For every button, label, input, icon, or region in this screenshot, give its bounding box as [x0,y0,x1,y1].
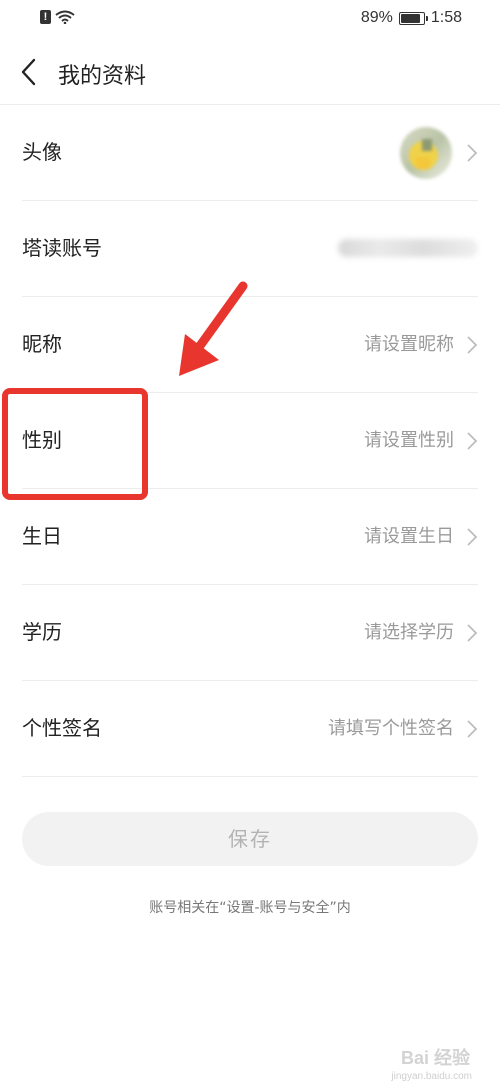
footer-note: 账号相关在“设置-账号与安全”内 [149,900,351,916]
status-right: 89% 1:58 [361,9,462,27]
status-bar: ! 89% 1:58 [0,0,500,38]
account-value-blurred [338,239,478,257]
wifi-icon [55,10,75,24]
row-label: 塔读账号 [22,236,102,260]
watermark-url: jingyan.baidu.com [391,1071,472,1082]
row-signature[interactable]: 个性签名 请填写个性签名 [22,681,478,777]
row-label: 昵称 [22,332,62,356]
chevron-left-icon [21,58,36,86]
avatar [400,127,452,179]
row-education[interactable]: 学历 请选择学历 [22,585,478,681]
page-title: 我的资料 [58,64,147,89]
chevron-right-icon [467,432,478,450]
battery-icon [398,11,428,25]
row-value: 请设置性别 [364,430,454,451]
back-button[interactable] [14,54,46,90]
chevron-right-icon [467,336,478,354]
battery-fill [400,13,420,23]
row-label: 个性签名 [22,716,102,740]
arrow-annotation-icon [179,281,248,376]
row-value: 请填写个性签名 [328,718,454,739]
chevron-right-icon [467,144,478,162]
alert-icon: ! [40,10,51,24]
clock: 1:58 [430,9,462,26]
row-value: 请设置生日 [364,526,454,547]
chevron-right-icon [467,624,478,642]
highlight-box [2,388,148,500]
row-birthday[interactable]: 生日 请设置生日 [22,489,478,585]
watermark-logo: Bai 经验 [400,1048,470,1068]
row-label: 生日 [22,524,62,548]
row-avatar[interactable]: 头像 [22,105,478,201]
header: 我的资料 [0,40,500,105]
chevron-right-icon [467,528,478,546]
status-left: ! [40,10,75,24]
battery-percent: 89% [360,9,393,26]
row-label: 学历 [22,620,62,644]
row-label: 头像 [22,140,62,164]
chevron-right-icon [467,720,478,738]
row-value: 请选择学历 [364,622,454,643]
save-button[interactable]: 保存 [22,812,478,866]
row-value: 请设置昵称 [364,334,454,355]
